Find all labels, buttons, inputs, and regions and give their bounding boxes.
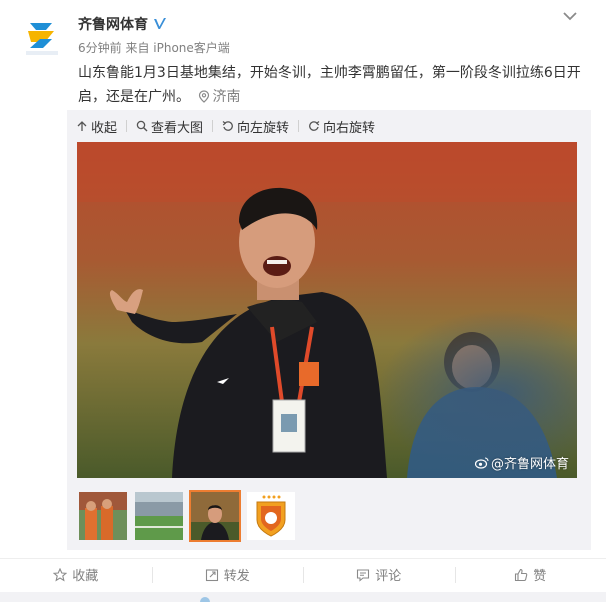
repost-label: 转发 — [223, 569, 250, 584]
thumb-team-logo[interactable] — [245, 490, 297, 542]
favorite-label: 收藏 — [72, 569, 99, 584]
author-row: 齐鲁网体育 — [78, 14, 168, 34]
repost-icon — [205, 568, 218, 581]
rotate-left-label: 向左旋转 — [237, 120, 290, 136]
location-pin-icon — [199, 90, 210, 103]
weibo-post-card: 齐鲁网体育 6分钟前 来自 iPhone客户端 山东鲁能1月3日基地集结，开始冬… — [0, 0, 606, 602]
qilu-logo-icon — [20, 15, 64, 59]
collapse-button[interactable]: 收起 — [76, 117, 117, 136]
verified-icon — [152, 16, 168, 32]
comment-button[interactable]: 评论 — [303, 565, 455, 585]
weibo-logo-icon — [474, 456, 489, 469]
view-large-button[interactable]: 查看大图 — [136, 117, 203, 136]
like-button[interactable]: 赞 — [454, 565, 606, 585]
chevron-down-icon[interactable] — [561, 8, 579, 24]
author-avatar[interactable] — [20, 15, 64, 59]
coach-thumb-image — [191, 492, 239, 540]
view-large-label: 查看大图 — [151, 120, 204, 136]
post-text: 山东鲁能1月3日基地集结，开始冬训，主帅李霄鹏留任，第一阶段冬训拉练6日开启，还… — [78, 65, 581, 105]
comment-icon — [357, 568, 370, 582]
rotate-left-button[interactable]: 向左旋转 — [222, 117, 289, 136]
toolbar-divider — [126, 120, 128, 132]
user-avatar-partial — [200, 597, 210, 602]
location-label: 济南 — [212, 89, 241, 105]
toolbar-divider — [298, 120, 300, 132]
action-bar: 收藏 转发 评论 赞 — [0, 558, 606, 590]
author-name[interactable]: 齐鲁网体育 — [78, 14, 148, 34]
stadium-image — [135, 492, 183, 540]
image-watermark: @齐鲁网体育 — [474, 453, 569, 472]
post-location[interactable]: 济南 — [198, 89, 240, 105]
coach-photo-image — [77, 142, 577, 478]
post-content: 山东鲁能1月3日基地集结，开始冬训，主帅李霄鹏留任，第一阶段冬训拉练6日开启，还… — [78, 61, 590, 109]
media-toolbar: 收起 查看大图 向左旋转 向右旋转 — [76, 116, 375, 136]
thumb-coach[interactable] — [189, 490, 241, 542]
thumbs-up-icon — [515, 568, 528, 581]
watermark-text: @齐鲁网体育 — [490, 457, 569, 472]
toolbar-divider — [212, 120, 214, 132]
thumbnail-strip — [77, 490, 301, 542]
star-icon — [53, 567, 68, 581]
comment-area-strip — [0, 592, 606, 602]
post-meta[interactable]: 6分钟前 来自 iPhone客户端 — [78, 39, 230, 56]
search-icon — [136, 120, 148, 132]
repost-button[interactable]: 转发 — [151, 565, 304, 585]
rotate-right-button[interactable]: 向右旋转 — [308, 117, 375, 136]
collapse-label: 收起 — [91, 120, 118, 136]
comment-label: 评论 — [375, 569, 402, 584]
thumb-players[interactable] — [77, 490, 129, 542]
arrow-up-icon — [77, 121, 87, 131]
thumb-stadium[interactable] — [133, 490, 185, 542]
like-label: 赞 — [533, 569, 547, 584]
rotate-left-icon — [222, 121, 233, 131]
favorite-button[interactable]: 收藏 — [0, 565, 152, 585]
rotate-right-icon — [309, 121, 320, 131]
players-image — [79, 492, 127, 540]
main-photo[interactable]: @齐鲁网体育 — [77, 142, 577, 478]
rotate-right-label: 向右旋转 — [323, 120, 376, 136]
team-logo-image — [247, 492, 295, 540]
